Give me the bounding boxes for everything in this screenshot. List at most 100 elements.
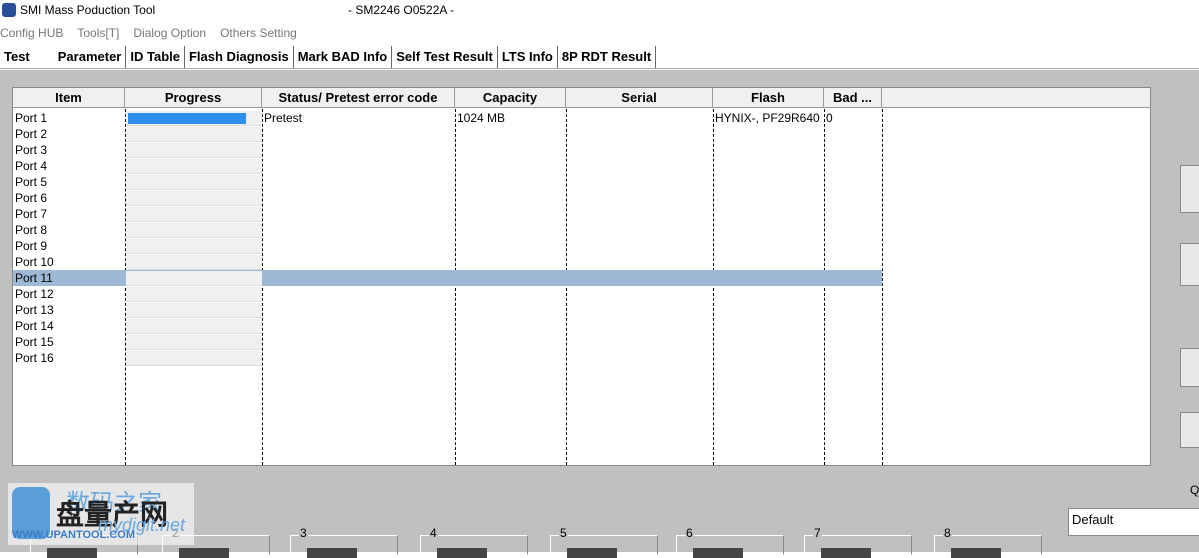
cell-item: Port 11 xyxy=(15,271,53,285)
tab-bar: Test Parameter ID Table Flash Diagnosis Mark… xyxy=(0,46,1199,69)
column-header[interactable]: Bad ... xyxy=(824,88,882,108)
progress-bar xyxy=(126,111,262,126)
menu-item[interactable]: Others Setting xyxy=(220,26,297,40)
column-header[interactable]: Capacity xyxy=(455,88,566,108)
tab-id-table[interactable]: ID Table xyxy=(126,46,185,68)
column-header[interactable]: Serial xyxy=(566,88,713,108)
cell-item: Port 14 xyxy=(15,319,54,333)
table-row[interactable]: Port 6 xyxy=(13,190,1150,206)
port-status-indicator xyxy=(179,548,229,558)
port-group-6: 6 xyxy=(676,526,784,558)
column-header[interactable]: Progress xyxy=(125,88,262,108)
table-row[interactable]: Port 10 xyxy=(13,254,1150,270)
cell-item: Port 5 xyxy=(15,175,48,189)
column-header[interactable]: Flash xyxy=(713,88,824,108)
progress-bar xyxy=(126,143,262,158)
table-row[interactable]: Port 15 xyxy=(13,334,1150,350)
cell-flash: HYNIX-, PF29R640 xyxy=(715,111,820,125)
table-row[interactable]: Port 7 xyxy=(13,206,1150,222)
cell-item: Port 9 xyxy=(15,239,48,253)
side-button-1[interactable] xyxy=(1180,165,1199,213)
cell-item: Port 10 xyxy=(15,255,54,269)
port-group-label: 3 xyxy=(299,526,308,540)
progress-bar xyxy=(126,175,262,190)
window-subtitle: - SM2246 O0522A - xyxy=(348,3,455,17)
cell-item: Port 13 xyxy=(15,303,54,317)
window-title: SMI Mass Poduction Tool xyxy=(20,3,156,17)
progress-bar xyxy=(126,223,262,238)
port-status-indicator xyxy=(821,548,871,558)
port-status-indicator xyxy=(307,548,357,558)
progress-bar xyxy=(126,335,262,350)
progress-bar xyxy=(126,303,262,318)
tab-test[interactable]: Test xyxy=(0,46,54,68)
tab-lts-info[interactable]: LTS Info xyxy=(498,46,558,68)
tab-self-test-result[interactable]: Self Test Result xyxy=(392,46,498,68)
cell-item: Port 1 xyxy=(15,111,48,125)
progress-bar xyxy=(126,255,262,270)
progress-bar xyxy=(126,351,262,366)
port-status-indicator xyxy=(567,548,617,558)
cell-item: Port 3 xyxy=(15,143,48,157)
table-row[interactable]: Port 5 xyxy=(13,174,1150,190)
table-row[interactable]: Port 16 xyxy=(13,350,1150,366)
port-group-label: 4 xyxy=(429,526,438,540)
cell-item: Port 8 xyxy=(15,223,48,237)
watermark-logo: 数码之家 盘量产网 mydigit.net WWW.UPANTOOL.COM xyxy=(8,483,194,545)
progress-bar xyxy=(126,207,262,222)
tab-flash-diagnosis[interactable]: Flash Diagnosis xyxy=(185,46,294,68)
table-row[interactable]: Port 9 xyxy=(13,238,1150,254)
cell-item: Port 7 xyxy=(15,207,48,221)
port-group-label: 8 xyxy=(943,526,952,540)
table-row[interactable]: Port 12 xyxy=(13,286,1150,302)
port-group-8: 8 xyxy=(934,526,1042,558)
menu-item[interactable]: Tools[T] xyxy=(77,26,119,40)
port-group-label: 7 xyxy=(813,526,822,540)
port-table[interactable]: Item Progress Status/ Pretest error code Ca… xyxy=(12,87,1151,466)
cell-item: Port 4 xyxy=(15,159,48,173)
cell-capacity: 1024 MB xyxy=(457,111,506,125)
table-row[interactable]: Port 8 xyxy=(13,222,1150,238)
column-header[interactable]: Status/ Pretest error code xyxy=(262,88,455,108)
port-group-5: 5 xyxy=(550,526,658,558)
table-row[interactable]: Port 11 xyxy=(13,270,1150,286)
port-status-indicator xyxy=(693,548,743,558)
column-header[interactable]: Item xyxy=(13,88,125,108)
profile-field[interactable]: Default xyxy=(1068,508,1199,536)
table-row[interactable]: Port 2 xyxy=(13,126,1150,142)
cell-item: Port 16 xyxy=(15,351,54,365)
app-icon xyxy=(2,3,16,17)
port-status-indicator xyxy=(437,548,487,558)
q-label: Q xyxy=(1190,483,1199,497)
table-row[interactable]: Port 4 xyxy=(13,158,1150,174)
side-button-2[interactable] xyxy=(1180,243,1199,286)
cell-bad: 0 xyxy=(826,111,833,125)
table-row[interactable]: Port 3 xyxy=(13,142,1150,158)
header-filler xyxy=(882,88,1150,108)
title-bar: SMI Mass Poduction Tool - SM2246 O0522A … xyxy=(0,0,1199,20)
tab-mark-bad-info[interactable]: Mark BAD Info xyxy=(294,46,393,68)
side-button-4[interactable] xyxy=(1180,412,1199,448)
cell-item: Port 12 xyxy=(15,287,54,301)
port-group-3: 3 xyxy=(290,526,398,558)
tab-parameter[interactable]: Parameter xyxy=(54,46,127,68)
port-group-4: 4 xyxy=(420,526,528,558)
port-status-indicator xyxy=(951,548,1001,558)
table-row[interactable]: Port 13 xyxy=(13,302,1150,318)
table-row[interactable]: Port 1 Pretest 1024 MB HYNIX-, PF29R640 0 xyxy=(13,110,1150,126)
progress-bar xyxy=(126,319,262,334)
side-button-3[interactable] xyxy=(1180,348,1199,387)
menu-item[interactable]: Dialog Option xyxy=(133,26,206,40)
cell-item: Port 6 xyxy=(15,191,48,205)
progress-bar xyxy=(126,191,262,206)
port-group-label: 6 xyxy=(685,526,694,540)
tab-8p-rdt-result[interactable]: 8P RDT Result xyxy=(558,46,657,68)
cell-item: Port 2 xyxy=(15,127,48,141)
port-group-7: 7 xyxy=(804,526,912,558)
progress-bar xyxy=(126,127,262,142)
cell-item: Port 15 xyxy=(15,335,54,349)
table-row[interactable]: Port 14 xyxy=(13,318,1150,334)
menu-item[interactable]: Config HUB xyxy=(0,26,63,40)
progress-bar xyxy=(126,271,262,286)
cell-status: Pretest xyxy=(264,111,303,125)
